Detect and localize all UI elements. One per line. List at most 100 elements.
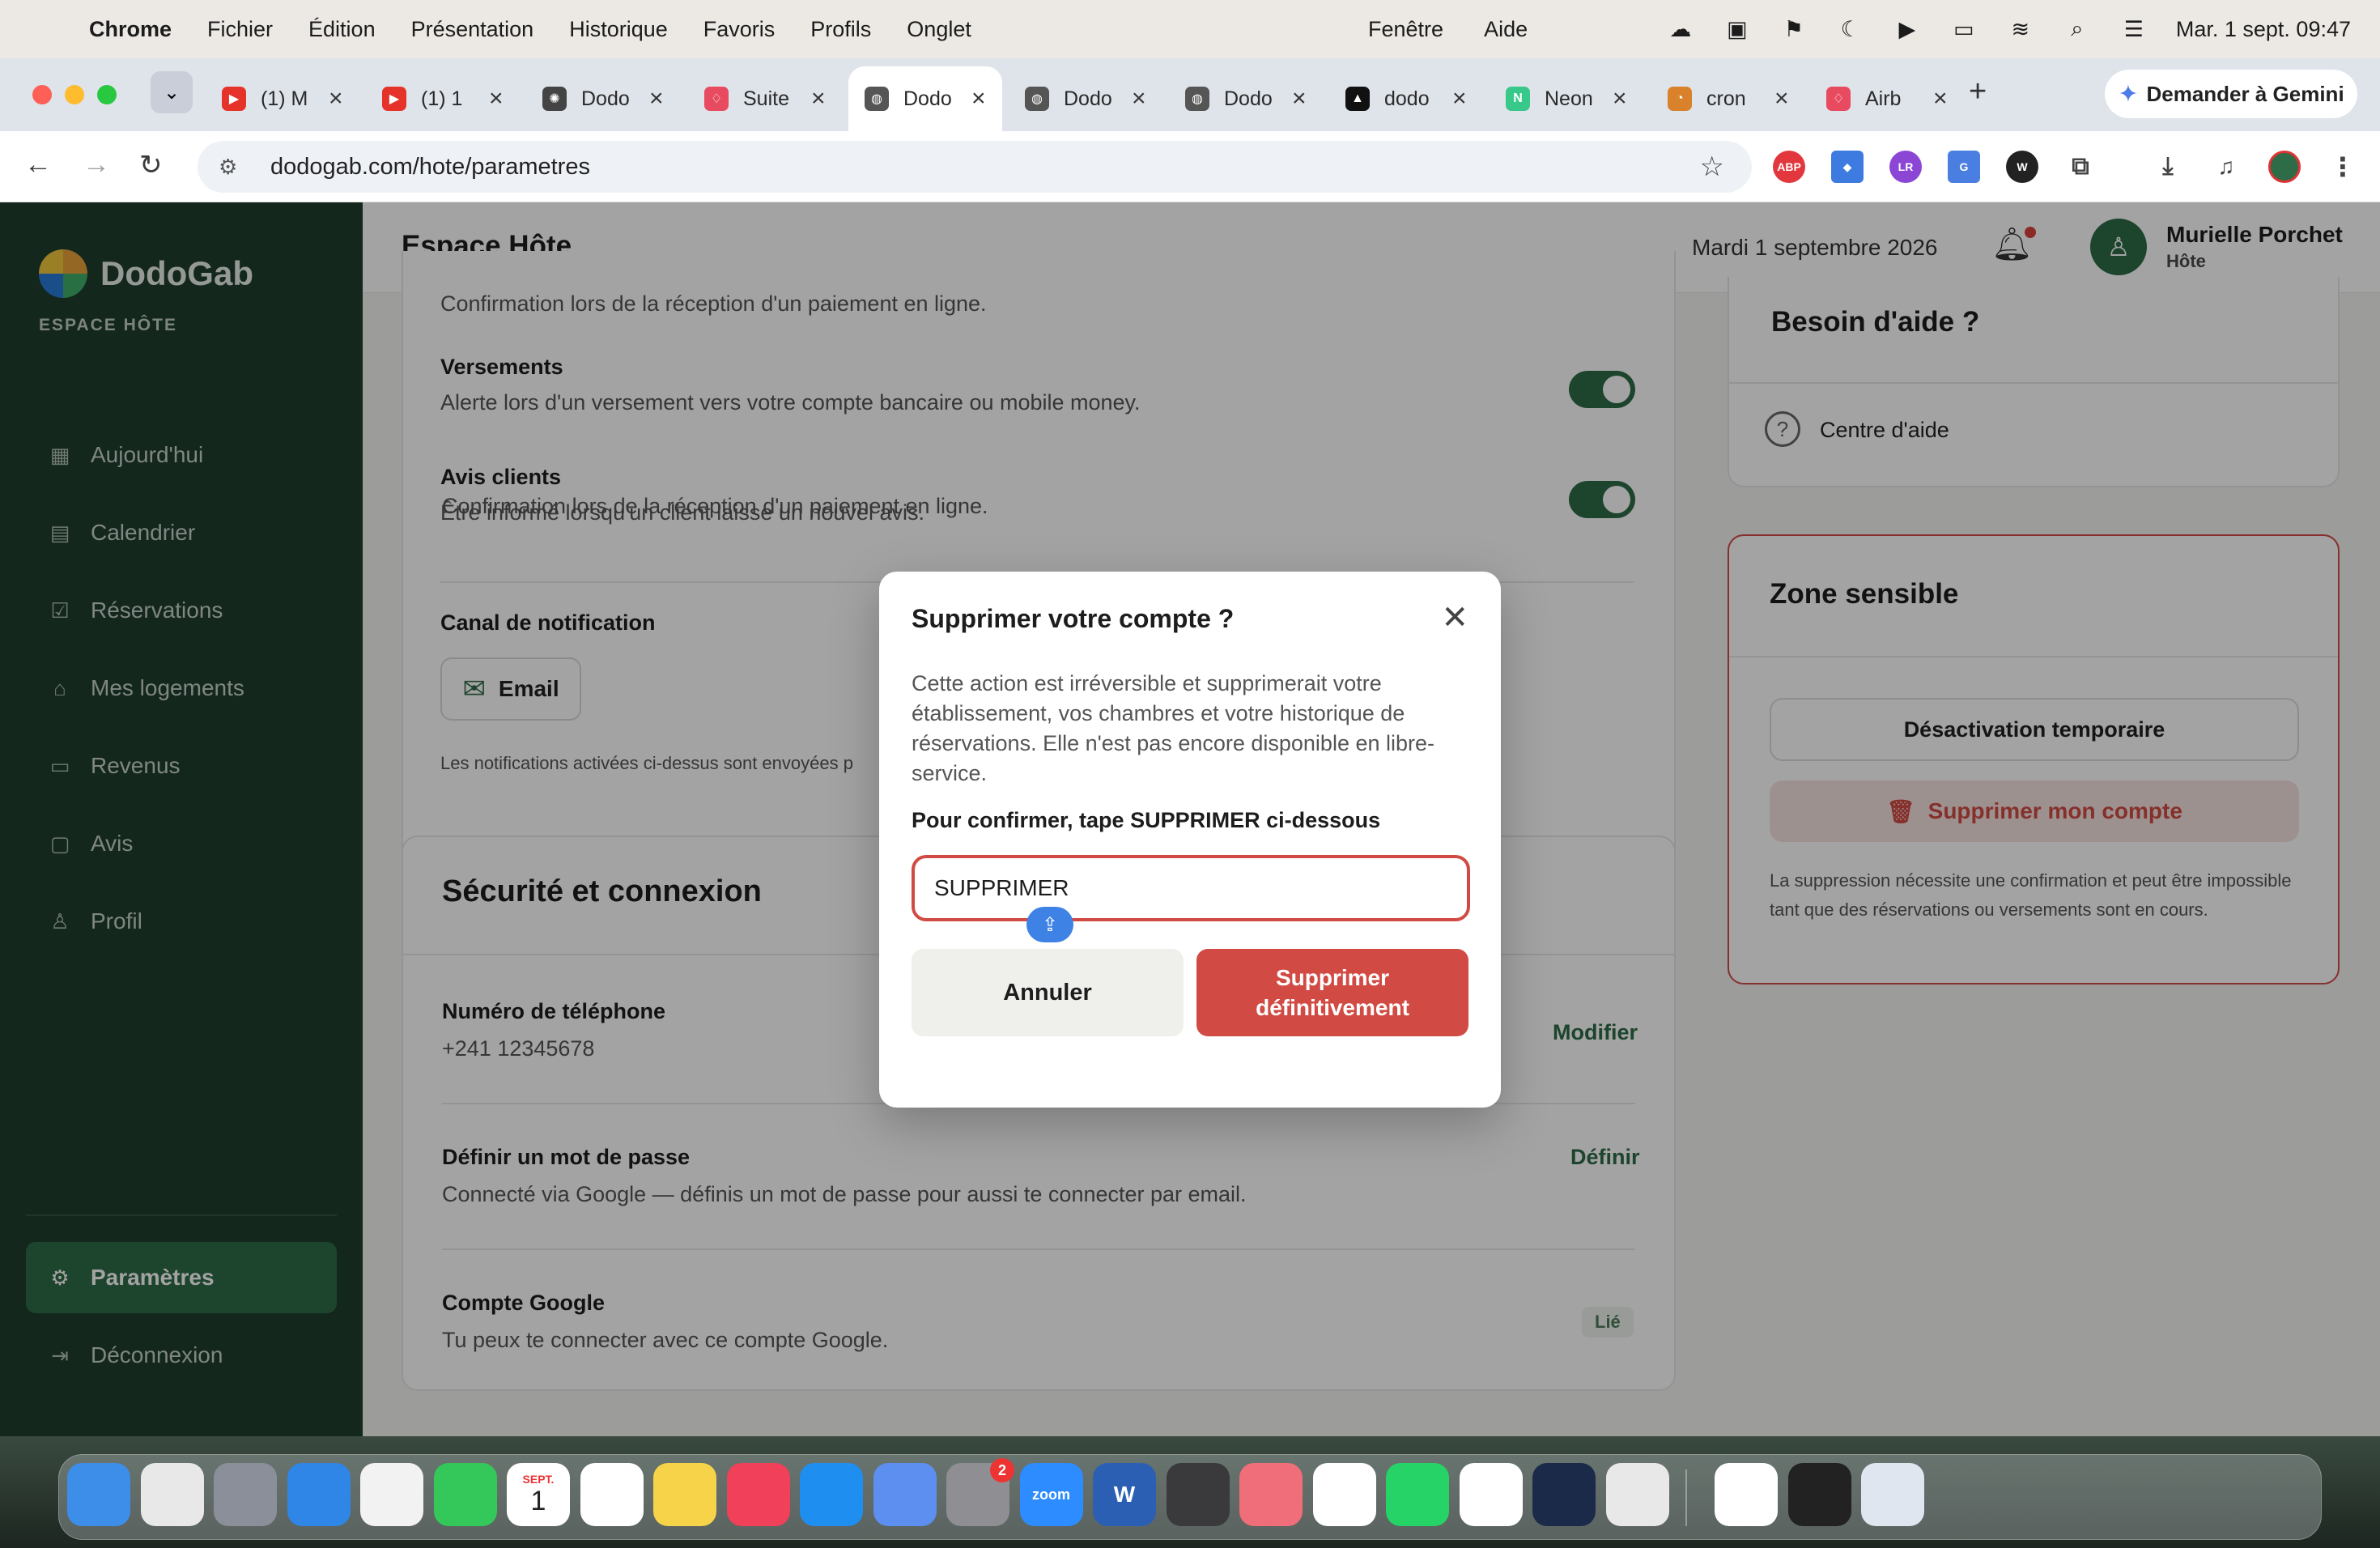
battery-icon[interactable]: ▭ [1949,17,1978,41]
browser-tab[interactable]: N Neon × [1490,66,1643,131]
zoom-icon[interactable]: zoom [1019,1463,1083,1526]
chrome-menu-icon[interactable]: ⋮ [2327,151,2359,183]
preview-icon[interactable] [1861,1463,1924,1526]
tasks-icon[interactable] [1239,1463,1303,1526]
forward-button[interactable]: → [83,149,110,181]
screenshot-icon[interactable]: ▣ [1723,17,1752,41]
browser-tab[interactable]: ◍ Dodo × [1169,66,1323,131]
extensions-puzzle-icon[interactable]: ⧉ [2064,151,2097,183]
menu-onglet[interactable]: Onglet [907,17,971,42]
minimize-window-button[interactable] [65,85,84,104]
close-tab-icon[interactable]: × [489,85,504,113]
cancel-button[interactable]: Annuler [912,949,1184,1036]
download-icon[interactable]: ⤓ [2152,151,2184,183]
menu-aide[interactable]: Aide [1484,17,1528,42]
url-text[interactable]: dodogab.com/hote/parametres [270,154,590,181]
window-controls [32,85,117,104]
spotlight-icon[interactable]: ⌕ [2063,16,2092,41]
vpn-icon[interactable]: ⚑ [1779,17,1808,41]
media-controls-icon[interactable]: ♫ [2210,151,2242,183]
confirm-input[interactable] [912,855,1470,921]
airbnb-icon: ♢ [704,87,729,111]
chevron-down-icon: ⌄ [163,81,181,104]
new-tab-button[interactable]: + [1969,74,1987,109]
close-tab-icon[interactable]: × [811,85,826,113]
terminal-icon[interactable] [1787,1463,1851,1526]
menu-favoris[interactable]: Favoris [703,17,776,42]
browser-tab[interactable]: ◍ Dodo × [1009,66,1162,131]
browser-tab[interactable]: ♢ Airb × [1810,66,1964,131]
finder-icon[interactable] [67,1463,130,1526]
safari-icon[interactable] [287,1463,351,1526]
browser-tab[interactable]: ♢ Suite × [688,66,842,131]
menu-historique[interactable]: Historique [569,17,668,42]
browser-tab[interactable]: ◔ cron × [1651,66,1805,131]
iphone-mirroring-icon[interactable] [1605,1463,1669,1526]
site-settings-icon[interactable]: ⚙ [219,155,251,180]
menu-presentation[interactable]: Présentation [411,17,534,42]
close-tab-icon[interactable]: × [971,85,986,113]
zoom-window-button[interactable] [97,85,117,104]
extension-blue-icon[interactable]: ◆ [1831,151,1864,183]
play-icon[interactable]: ▶ [1893,17,1922,41]
bookmark-star-icon[interactable]: ☆ [1700,151,1724,183]
address-bar[interactable]: ⚙ dodogab.com/hote/parametres ☆ [198,141,1752,193]
reminders-icon[interactable] [580,1463,644,1526]
app-store-icon[interactable] [800,1463,863,1526]
menu-profils[interactable]: Profils [810,17,871,42]
neon-icon: N [1506,87,1530,111]
wifi-icon[interactable]: ≋ [2006,17,2035,41]
whatsapp-icon[interactable] [1386,1463,1449,1526]
browser-tab[interactable]: ▶ (1) 1 × [366,66,520,131]
menu-fichier[interactable]: Fichier [207,17,273,42]
capcut-icon[interactable] [1312,1463,1376,1526]
close-tab-icon[interactable]: × [1613,85,1627,113]
translate-extension-icon[interactable]: G [1948,151,1980,183]
menubar-clock[interactable]: Mar. 1 sept. 09:47 [2176,17,2351,42]
tab-title: cron [1706,87,1746,110]
browser-tab[interactable]: ✺ Dodo × [526,66,680,131]
proton-vpn-icon[interactable] [1715,1463,1778,1526]
profile-avatar[interactable] [2268,151,2301,183]
calculator-icon[interactable] [1166,1463,1230,1526]
close-tab-icon[interactable]: × [1933,85,1948,113]
menu-app-name[interactable]: Chrome [89,17,172,42]
ai-app-icon[interactable] [873,1463,937,1526]
close-tab-icon[interactable]: × [649,85,664,113]
launchpad-icon[interactable] [214,1463,277,1526]
close-tab-icon[interactable]: × [1452,85,1467,113]
vercel-icon: ▲ [1345,87,1370,111]
word-icon[interactable]: W [1093,1463,1156,1526]
menu-edition[interactable]: Édition [308,17,376,42]
reload-button[interactable]: ↻ [139,149,163,181]
cloud-icon[interactable]: ☁ [1666,17,1695,41]
calendar-app-icon[interactable]: SEPT. 1 [507,1463,570,1526]
close-tab-icon[interactable]: × [1132,85,1146,113]
browser-tab[interactable]: ▶ (1) M × [206,66,359,131]
wikipedia-extension-icon[interactable]: W [2006,151,2038,183]
browser-tab[interactable]: ▲ dodo × [1329,66,1483,131]
photos-icon[interactable] [360,1463,423,1526]
close-window-button[interactable] [32,85,52,104]
gemini-button[interactable]: ✦ Demander à Gemini [2105,70,2357,118]
close-tab-icon[interactable]: × [329,85,343,113]
back-button[interactable]: ← [24,149,52,181]
adblock-extension-icon[interactable]: ABP [1773,151,1805,183]
drive-icon[interactable] [1459,1463,1523,1526]
close-tab-icon[interactable]: × [1774,85,1789,113]
facetime-icon[interactable] [433,1463,497,1526]
tab-search-button[interactable]: ⌄ [151,71,193,113]
notes-icon[interactable] [653,1463,716,1526]
music-icon[interactable] [726,1463,790,1526]
affinity-icon[interactable] [1532,1463,1596,1526]
menu-fenetre[interactable]: Fenêtre [1368,17,1443,42]
close-tab-icon[interactable]: × [1292,85,1307,113]
confirm-delete-button[interactable]: Supprimer définitivement [1196,949,1468,1036]
chrome-icon[interactable] [140,1463,204,1526]
control-center-icon[interactable]: ☰ [2119,17,2148,41]
extension-purple-icon[interactable]: LR [1889,151,1922,183]
moon-icon[interactable]: ☾ [1836,17,1865,41]
close-icon[interactable]: ✕ [1441,599,1468,636]
browser-tab[interactable]: ◍ Dodo × [848,66,1002,131]
system-settings-icon[interactable]: 2 [946,1458,1014,1526]
